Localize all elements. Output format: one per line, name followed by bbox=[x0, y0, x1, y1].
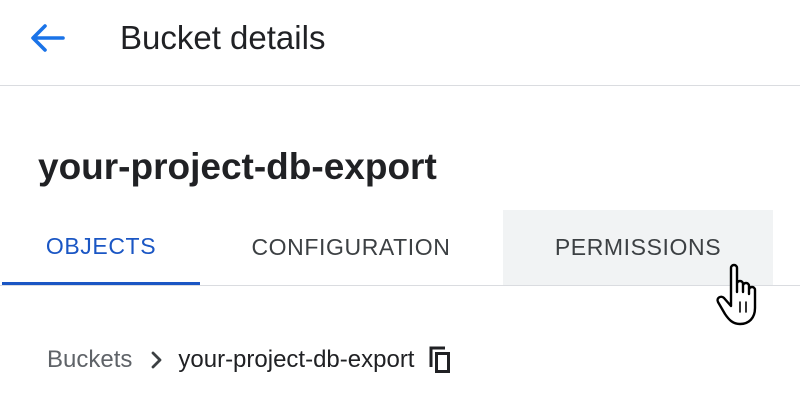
tab-bar: OBJECTS CONFIGURATION PERMISSIONS bbox=[0, 210, 800, 286]
page-header: Bucket details bbox=[0, 0, 800, 86]
chevron-right-icon bbox=[150, 351, 162, 369]
bucket-name-heading: your-project-db-export bbox=[38, 146, 437, 187]
page-title: Bucket details bbox=[120, 19, 326, 56]
breadcrumb: Buckets your-project-db-export bbox=[47, 340, 454, 380]
copy-bucket-name-button[interactable] bbox=[426, 344, 454, 376]
arrow-back-icon bbox=[31, 24, 65, 52]
tab-objects[interactable]: OBJECTS bbox=[2, 210, 200, 285]
tab-configuration[interactable]: CONFIGURATION bbox=[220, 210, 482, 285]
copy-icon bbox=[429, 346, 451, 373]
breadcrumb-buckets-link[interactable]: Buckets bbox=[47, 346, 132, 374]
bucket-details-page: Bucket details your-project-db-export OB… bbox=[0, 0, 800, 401]
back-button[interactable] bbox=[22, 18, 72, 58]
breadcrumb-current-bucket: your-project-db-export bbox=[178, 346, 415, 373]
hand-pointer-cursor-icon bbox=[716, 263, 757, 326]
